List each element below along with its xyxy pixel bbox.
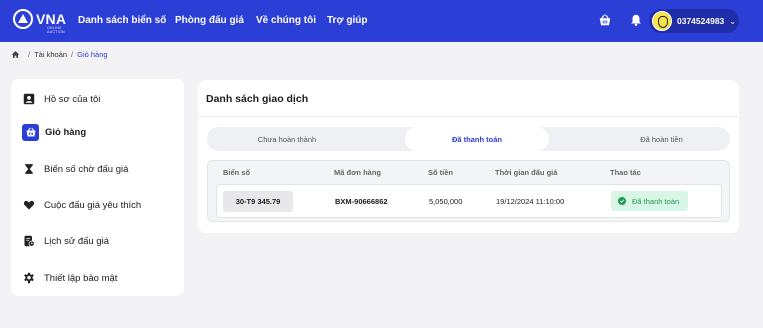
chevron-down-icon: ⌄ — [729, 16, 736, 26]
home-icon[interactable] — [11, 50, 20, 59]
status-label: Đã thanh toán — [632, 196, 680, 206]
account-phone: 0374524983 — [677, 16, 725, 26]
check-circle-icon — [618, 197, 626, 205]
transactions-card: Danh sách giao dịch Chưa hoàn thành Đã t… — [198, 80, 739, 233]
heart-icon — [22, 198, 36, 212]
transaction-tabs: Chưa hoàn thành Đã thanh toán Đã hoàn ti… — [207, 127, 730, 151]
hourglass-icon — [22, 162, 36, 176]
tab-paid[interactable]: Đã thanh toán — [405, 127, 549, 151]
basket-icon — [22, 123, 39, 141]
sidebar-item-label: Hồ sơ của tôi — [44, 93, 101, 105]
breadcrumb-current: Giỏ hàng — [77, 50, 108, 59]
brand-name: VNA — [36, 11, 67, 27]
top-navbar: VNA ONLINE AUCTION Danh sách biển số Phò… — [0, 0, 763, 42]
status-badge[interactable]: Đã thanh toán — [611, 191, 688, 211]
breadcrumb-separator: / — [28, 50, 31, 59]
column-header-time: Thời gian đấu giá — [495, 168, 558, 177]
nav-help[interactable]: Trợ giúp — [327, 15, 367, 26]
sidebar-item-favorites[interactable]: Cuộc đấu giá yêu thích — [22, 196, 141, 214]
breadcrumb-account[interactable]: Tài khoản — [34, 50, 67, 59]
auction-time: 19/12/2024 11:10:00 — [496, 197, 565, 206]
nav-about[interactable]: Về chúng tôi — [256, 15, 316, 26]
bell-icon[interactable] — [629, 13, 643, 27]
sidebar-item-history[interactable]: Lịch sử đấu giá — [22, 232, 109, 250]
account-menu[interactable]: 0374524983 ⌄ — [649, 9, 739, 33]
sidebar-item-label: Biển số chờ đấu giá — [44, 163, 129, 175]
sidebar-item-label: Lịch sử đấu giá — [44, 235, 109, 247]
sidebar-item-label: Giỏ hàng — [45, 126, 87, 138]
transactions-table: Biển số Mã đơn hàng Số tiền Thời gian đấ… — [207, 160, 730, 222]
basket-icon[interactable] — [598, 13, 612, 27]
user-icon — [22, 92, 36, 106]
breadcrumb: / Tài khoản / Giỏ hàng — [11, 50, 108, 59]
plate-number: 30-T9 345.79 — [223, 191, 293, 212]
avatar — [652, 11, 672, 31]
amount: 5,050,000 — [429, 197, 463, 206]
sidebar-item-cart[interactable]: Giỏ hàng — [22, 123, 86, 141]
page-title: Danh sách giao dịch — [206, 93, 309, 105]
nav-auction-room[interactable]: Phòng đấu giá — [175, 15, 244, 26]
nav-plates[interactable]: Danh sách biển số — [78, 15, 166, 26]
sidebar-item-label: Cuộc đấu giá yêu thích — [44, 199, 142, 211]
sidebar-item-security[interactable]: Thiết lập bảo mật — [22, 269, 117, 287]
column-header-plate: Biển số — [223, 168, 251, 177]
tab-refunded[interactable]: Đã hoàn tiền — [593, 127, 730, 151]
sidebar-item-pending-plates[interactable]: Biển số chờ đấu giá — [22, 160, 128, 178]
gear-icon — [22, 271, 36, 285]
tab-incomplete[interactable]: Chưa hoàn thành — [207, 127, 367, 151]
column-header-order: Mã đơn hàng — [334, 168, 381, 177]
brand-tagline: ONLINE AUCTION — [47, 26, 65, 34]
column-header-amount: Số tiền — [428, 168, 454, 177]
brand-logo[interactable]: VNA ONLINE AUCTION — [13, 9, 67, 34]
history-icon — [22, 234, 36, 248]
account-sidebar: Hồ sơ của tôi Giỏ hàng Biển số chờ đấu g… — [11, 79, 184, 296]
breadcrumb-separator: / — [71, 50, 74, 59]
divider — [198, 116, 739, 117]
table-row: 30-T9 345.79 BXM-90666862 5,050,000 19/1… — [216, 184, 722, 218]
logo-icon — [13, 9, 33, 29]
sidebar-item-profile[interactable]: Hồ sơ của tôi — [22, 90, 100, 108]
sidebar-item-label: Thiết lập bảo mật — [44, 272, 118, 284]
column-header-action: Thao tác — [610, 168, 641, 177]
order-code: BXM-90666862 — [335, 197, 388, 206]
